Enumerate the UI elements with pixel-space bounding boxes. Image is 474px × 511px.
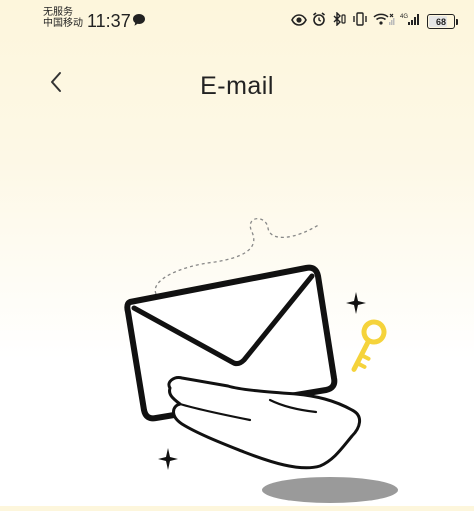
battery-icon: 68 (427, 14, 458, 29)
email-illustration (120, 210, 400, 511)
vibrate-icon (352, 12, 368, 31)
page-title: E-mail (200, 72, 274, 100)
sparkle-icon (346, 292, 366, 314)
bluetooth-icon (331, 11, 347, 31)
eye-icon (291, 13, 307, 31)
clock: 11:37 (87, 11, 131, 31)
nav-bar: E-mail (0, 60, 474, 110)
carrier-status: 无服务 (43, 7, 73, 18)
network-type-label: 4G (400, 14, 408, 20)
wifi-icon (373, 12, 395, 31)
key-icon (351, 319, 387, 372)
carrier-info: 无服务 中国移动 (43, 7, 83, 29)
status-bar: 无服务 中国移动 11:37 4G 68 (0, 0, 474, 40)
status-icons: 4G 68 (291, 11, 458, 31)
battery-level: 68 (435, 16, 446, 27)
sparkle-icon (158, 448, 178, 470)
carrier-name: 中国移动 (43, 18, 83, 29)
message-icon (132, 13, 146, 32)
shadow-ellipse (262, 477, 398, 503)
alarm-icon (312, 12, 326, 31)
signal-icon: 4G (400, 12, 422, 31)
